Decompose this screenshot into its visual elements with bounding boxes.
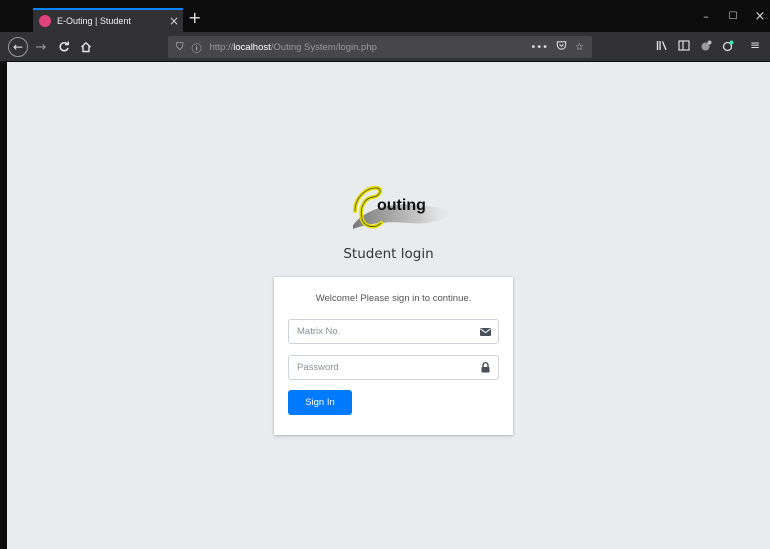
home-icon[interactable] bbox=[78, 37, 94, 57]
password-input[interactable] bbox=[289, 356, 472, 379]
more-actions-icon[interactable]: ••• bbox=[530, 42, 548, 53]
login-message: Welcome! Please sign in to continue. bbox=[315, 293, 472, 304]
reload-icon[interactable] bbox=[56, 37, 72, 57]
menu-icon[interactable]: ≡ bbox=[750, 38, 760, 52]
page-viewport: e outing Student login Welcome! Please s… bbox=[7, 62, 770, 549]
sidebar-icon[interactable] bbox=[678, 40, 690, 54]
envelope-icon bbox=[472, 327, 498, 336]
url-bar[interactable]: ⛉ ⓘ http://localhost/Outing System/login… bbox=[168, 36, 592, 58]
password-field bbox=[288, 355, 499, 380]
tab-favicon-icon bbox=[39, 15, 51, 27]
url-host: localhost bbox=[233, 41, 271, 53]
forward-icon[interactable]: → bbox=[33, 37, 49, 57]
page-title: Student login bbox=[343, 246, 434, 262]
maximize-button[interactable]: ☐ bbox=[725, 10, 741, 24]
url-scheme: http:// bbox=[209, 41, 234, 53]
info-icon[interactable]: ⓘ bbox=[192, 40, 202, 55]
lock-icon bbox=[472, 362, 498, 373]
tab-close-icon[interactable]: × bbox=[165, 14, 183, 28]
logo-text: outing bbox=[377, 197, 426, 214]
browser-tab-active[interactable]: E-Outing | Student × bbox=[33, 8, 183, 32]
close-window-button[interactable]: × bbox=[752, 10, 768, 24]
url-text[interactable]: http://localhost/Outing System/login.php bbox=[210, 42, 523, 53]
minimize-button[interactable]: – bbox=[698, 10, 714, 24]
browser-toolbar: ← → ⛉ ⓘ http://localhost/Outing System/l… bbox=[0, 32, 770, 62]
browser-tab-strip: E-Outing | Student × + – ☐ × bbox=[0, 0, 770, 32]
sign-in-button[interactable]: Sign In bbox=[288, 390, 352, 415]
tab-title: E-Outing | Student bbox=[57, 16, 131, 26]
url-path: /Outing System/login.php bbox=[270, 41, 377, 53]
back-icon[interactable]: ← bbox=[8, 37, 28, 57]
extension-icon[interactable] bbox=[700, 40, 712, 55]
bookmark-star-icon[interactable]: ☆ bbox=[575, 42, 584, 53]
eouting-logo: e outing bbox=[353, 185, 457, 229]
matrix-no-input[interactable] bbox=[289, 320, 472, 343]
library-icon[interactable] bbox=[656, 40, 668, 54]
new-tab-button[interactable]: + bbox=[188, 10, 201, 26]
profile-icon[interactable] bbox=[722, 40, 734, 55]
login-card: Welcome! Please sign in to continue. Sig… bbox=[274, 277, 513, 435]
shield-icon[interactable]: ⛉ bbox=[176, 42, 184, 53]
matrix-no-field bbox=[288, 319, 499, 344]
pocket-icon[interactable] bbox=[556, 40, 567, 54]
